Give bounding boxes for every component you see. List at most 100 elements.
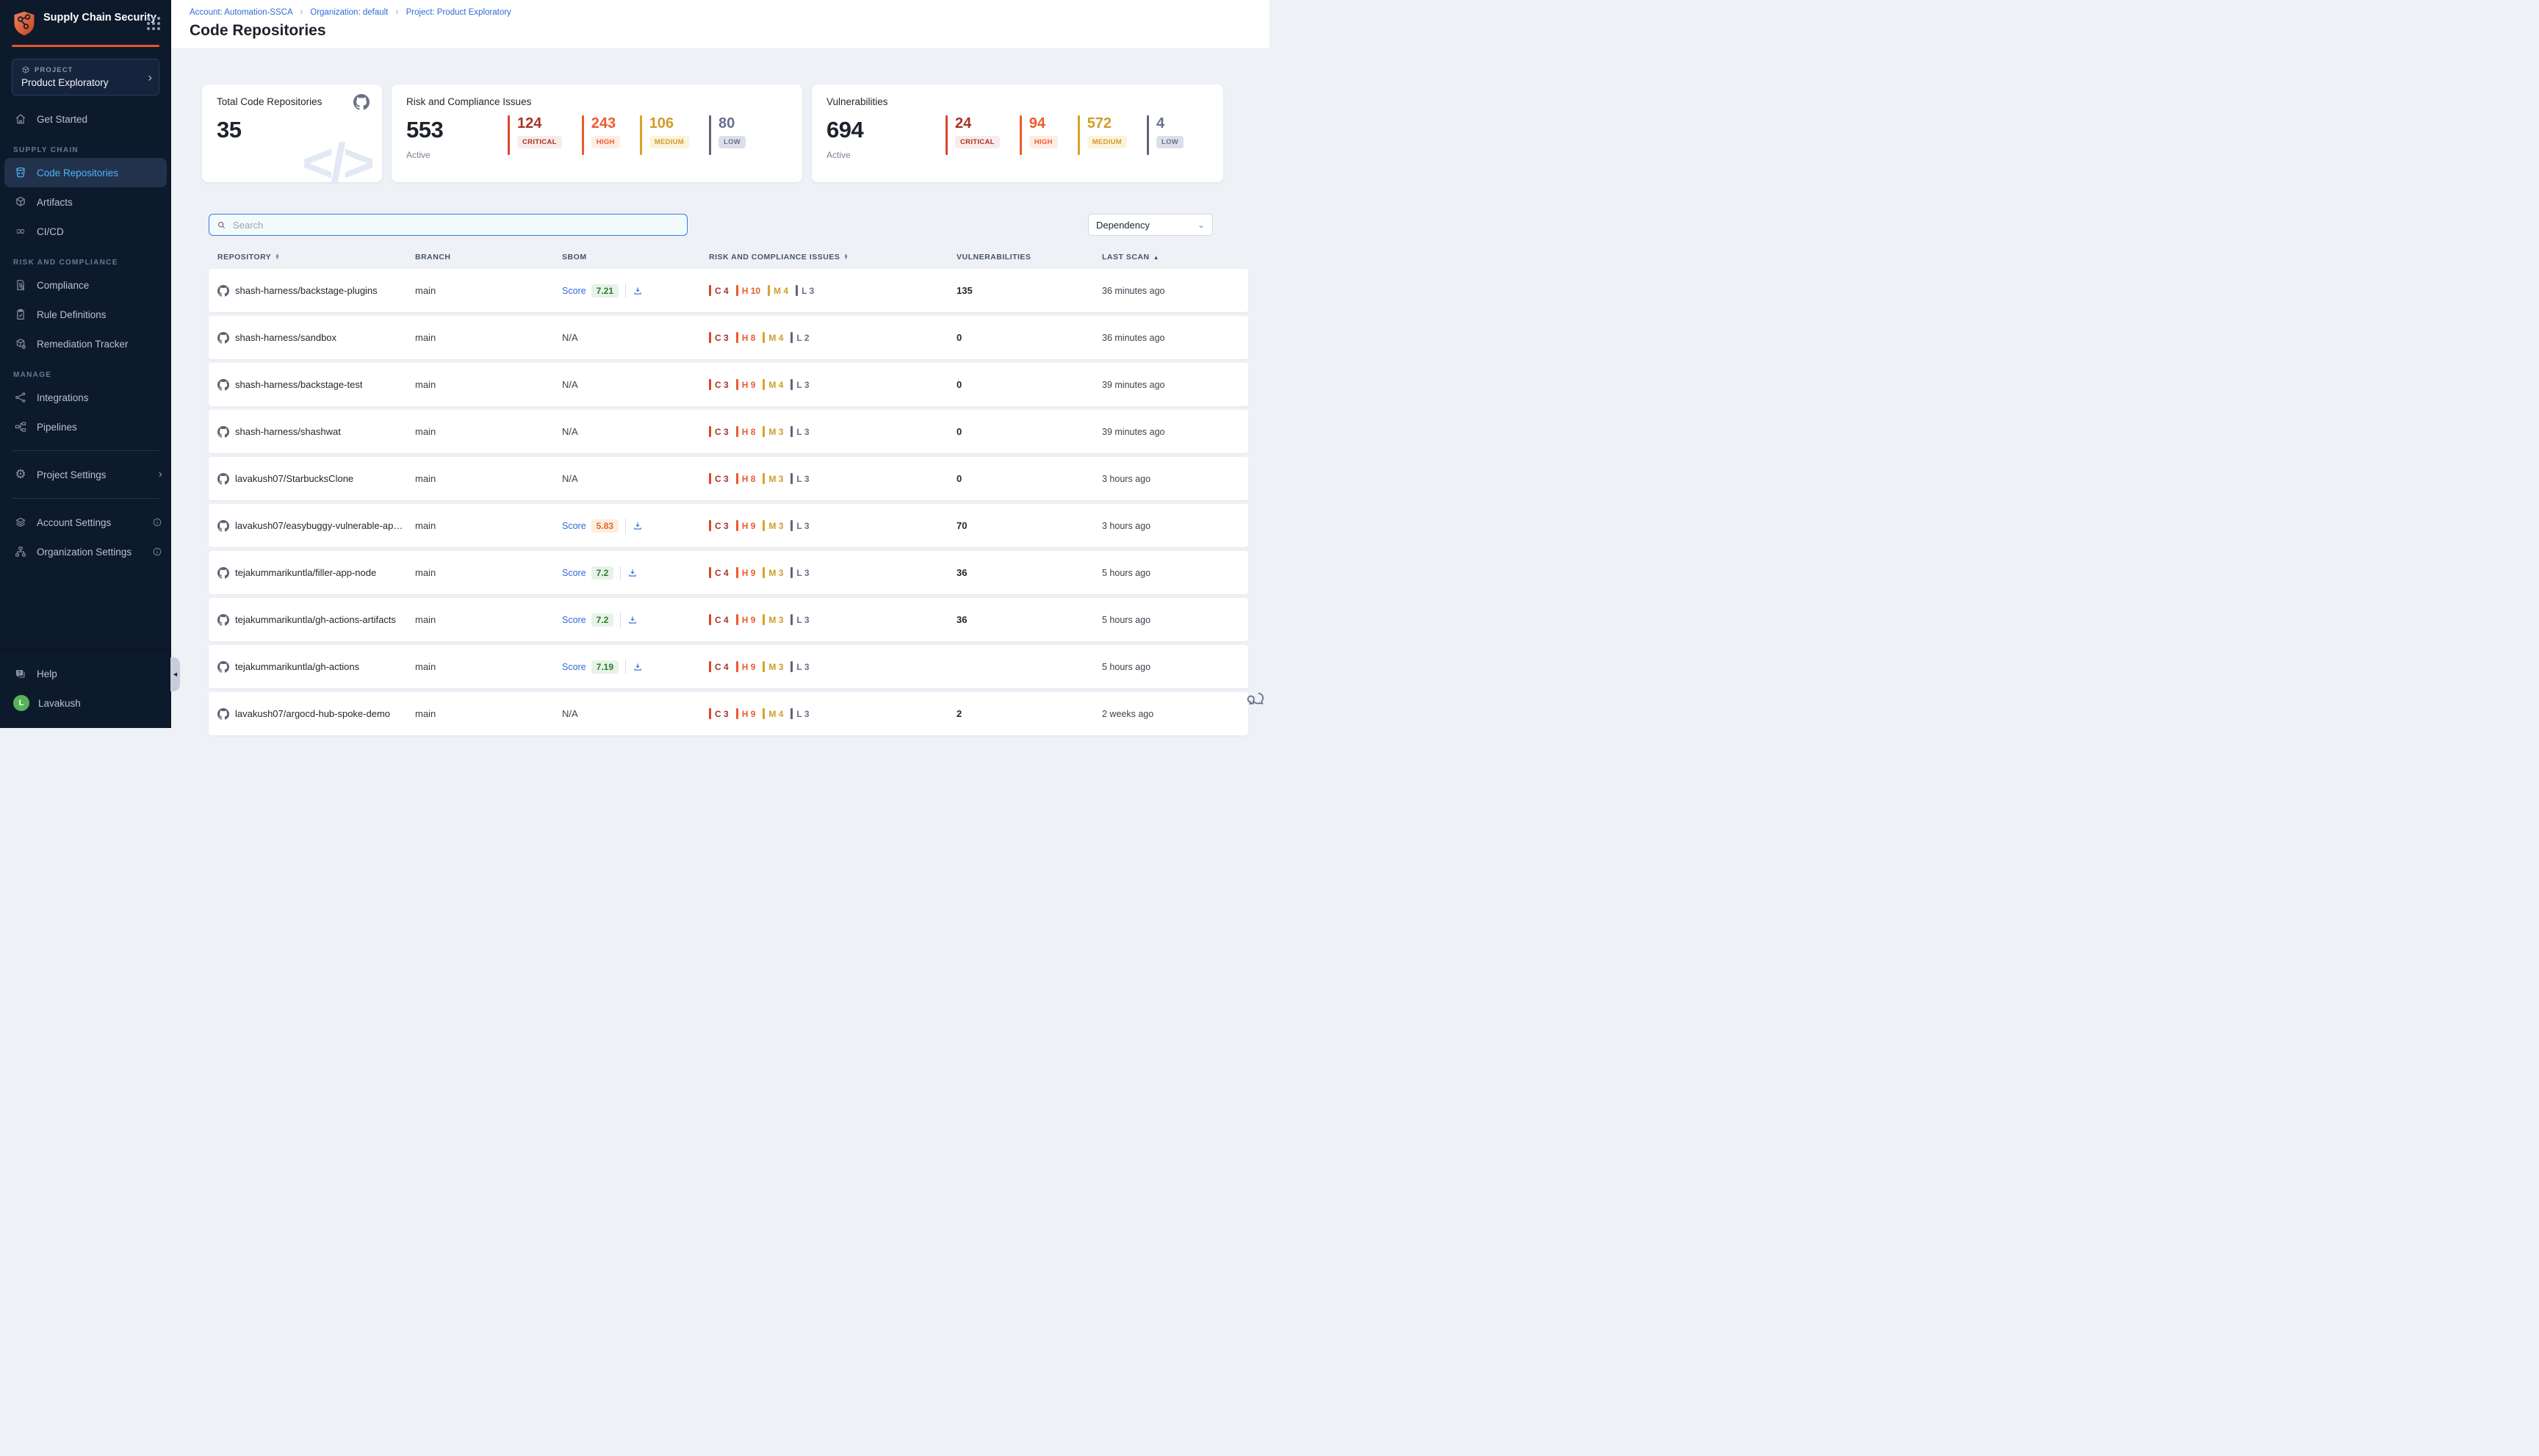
support-chat-icon[interactable] — [1246, 690, 1265, 709]
severity-label: HIGH — [1029, 136, 1058, 148]
download-sbom-button[interactable] — [633, 662, 643, 672]
last-scan-cell: 3 hours ago — [1102, 521, 1248, 531]
severity-bar — [790, 426, 793, 437]
sbom-cell: Score5.83 — [562, 519, 709, 533]
table-row[interactable]: tejakummarikuntla/filler-app-nodemainSco… — [209, 551, 1248, 594]
issue-severity-medium: M 3 — [763, 520, 783, 531]
last-scan-cell: 36 minutes ago — [1102, 333, 1248, 343]
severity-bar — [1147, 115, 1149, 155]
repo-link[interactable]: tejakummarikuntla/filler-app-node — [235, 567, 376, 578]
search-input[interactable] — [231, 219, 680, 231]
repo-link[interactable]: tejakummarikuntla/gh-actions — [235, 661, 359, 672]
download-icon — [633, 286, 643, 296]
column-repository[interactable]: REPOSITORY▲▼ — [217, 253, 415, 262]
severity-count: 24 — [955, 115, 1000, 131]
column-branch[interactable]: BRANCH — [415, 253, 562, 262]
severity-label: MEDIUM — [649, 136, 689, 148]
branch-cell: main — [415, 473, 562, 484]
sidebar-collapse-handle[interactable]: ◀ — [170, 657, 180, 691]
severity-count: 572 — [1087, 115, 1127, 131]
download-icon — [633, 521, 643, 531]
table-row[interactable]: lavakush07/StarbucksClonemainN/AC 3H 8M … — [209, 457, 1248, 500]
chevron-down-icon: ⌄ — [1198, 220, 1205, 230]
sidebar-item-account-settings[interactable]: Account Settings — [0, 508, 171, 537]
download-sbom-button[interactable] — [627, 568, 638, 578]
issue-severity-low: L 3 — [790, 708, 809, 719]
module-grid-icon[interactable] — [147, 17, 160, 30]
sidebar-item-rule-definitions[interactable]: Rule Definitions — [0, 300, 171, 329]
summary-cards: Total Code Repositories 35 </> Risk and … — [171, 49, 1270, 182]
issue-severity-medium: M 4 — [763, 332, 783, 343]
sidebar-item-code-repositories[interactable]: Code Repositories — [4, 158, 167, 187]
breadcrumb-account-link[interactable]: Account: Automation-SSCA — [190, 8, 292, 17]
repo-link[interactable]: shash-harness/sandbox — [235, 332, 336, 343]
severity-count: C 3 — [715, 521, 729, 531]
breadcrumb-organization-link[interactable]: Organization: default — [310, 8, 388, 17]
table-row[interactable]: lavakush07/argocd-hub-spoke-demomainN/AC… — [209, 692, 1248, 735]
repo-link[interactable]: shash-harness/backstage-plugins — [235, 285, 378, 296]
user-menu[interactable]: L Lavakush — [0, 688, 171, 718]
severity-count: M 4 — [768, 709, 783, 719]
issue-severity-high: H 9 — [736, 520, 756, 531]
download-sbom-button[interactable] — [633, 521, 643, 531]
column-vulnerabilities[interactable]: VULNERABILITIES — [957, 253, 1102, 262]
severity-label: CRITICAL — [517, 136, 562, 148]
repo-link[interactable]: tejakummarikuntla/gh-actions-artifacts — [235, 614, 396, 625]
project-selector[interactable]: PROJECT Product Exploratory › — [12, 59, 159, 95]
severity-bar — [709, 661, 711, 672]
repo-link[interactable]: lavakush07/StarbucksClone — [235, 473, 353, 484]
sidebar-item-integrations[interactable]: Integrations — [0, 383, 171, 412]
table-row[interactable]: shash-harness/shashwatmainN/AC 3H 8M 3L … — [209, 410, 1248, 453]
severity-critical: 24CRITICAL — [946, 115, 1000, 155]
sidebar-item-pipelines[interactable]: Pipelines — [0, 412, 171, 442]
severity-count: H 9 — [742, 615, 756, 625]
severity-bar — [790, 379, 793, 390]
table-row[interactable]: tejakummarikuntla/gh-actionsmainScore7.1… — [209, 645, 1248, 688]
sbom-cell: N/A — [562, 426, 709, 437]
table-row[interactable]: shash-harness/sandboxmainN/AC 3H 8M 4L 2… — [209, 316, 1248, 359]
table-row[interactable]: shash-harness/backstage-pluginsmainScore… — [209, 269, 1248, 312]
column-last-scan[interactable]: LAST SCAN▲ — [1102, 253, 1248, 262]
repo-link[interactable]: lavakush07/argocd-hub-spoke-demo — [235, 708, 390, 719]
dependency-filter-select[interactable]: Dependency ⌄ — [1088, 214, 1213, 236]
severity-count: C 4 — [715, 286, 729, 296]
severity-bar — [763, 708, 765, 719]
sidebar-item-artifacts[interactable]: Artifacts — [0, 187, 171, 217]
repo-link[interactable]: shash-harness/shashwat — [235, 426, 341, 437]
severity-low: 80LOW — [709, 115, 746, 155]
breadcrumb-project-link[interactable]: Project: Product Exploratory — [406, 8, 511, 17]
download-sbom-button[interactable] — [633, 286, 643, 296]
sidebar-item-label: Help — [37, 668, 57, 680]
issue-severity-high: H 10 — [736, 285, 760, 296]
branch-cell: main — [415, 332, 562, 343]
project-label: PROJECT — [35, 66, 73, 74]
divider — [625, 284, 626, 298]
sidebar-item-organization-settings[interactable]: Organization Settings — [0, 537, 171, 566]
sbom-cell: N/A — [562, 473, 709, 484]
table-row[interactable]: shash-harness/backstage-testmainN/AC 3H … — [209, 363, 1248, 406]
issue-severity-critical: C 4 — [709, 285, 729, 296]
download-sbom-button[interactable] — [627, 615, 638, 625]
repo-link[interactable]: lavakush07/easybuggy-vulnerable-app... — [235, 520, 403, 531]
table-row[interactable]: tejakummarikuntla/gh-actions-artifactsma… — [209, 598, 1248, 641]
sidebar-item-compliance[interactable]: Compliance — [0, 270, 171, 300]
sidebar-item-remediation-tracker[interactable]: Remediation Tracker — [0, 329, 171, 358]
project-name: Product Exploratory — [21, 77, 143, 88]
severity-high: 243HIGH — [582, 115, 620, 155]
sidebar-item-get-started[interactable]: Get Started — [0, 104, 171, 134]
repo-link[interactable]: shash-harness/backstage-test — [235, 379, 362, 390]
sidebar-item-help[interactable]: Help — [0, 659, 171, 688]
column-risk-and-compliance-issues[interactable]: RISK AND COMPLIANCE ISSUES▲▼ — [709, 253, 957, 262]
last-scan-cell: 3 hours ago — [1102, 474, 1248, 484]
score-value: 7.2 — [591, 613, 614, 627]
issues-cell: C 3H 9M 4L 3 — [709, 708, 957, 719]
sidebar-item-project-settings[interactable]: ⚙ Project Settings › — [0, 460, 171, 489]
table-row[interactable]: lavakush07/easybuggy-vulnerable-app...ma… — [209, 504, 1248, 547]
score-label: Score — [562, 662, 586, 672]
divider — [620, 566, 621, 580]
sbom-cell: Score7.2 — [562, 613, 709, 627]
severity-count: C 3 — [715, 709, 729, 719]
vulnerability-count-cell: 0 — [957, 332, 1102, 343]
sidebar-item-ci-cd[interactable]: ∞CI/CD — [0, 217, 171, 246]
column-sbom[interactable]: SBOM — [562, 253, 709, 262]
